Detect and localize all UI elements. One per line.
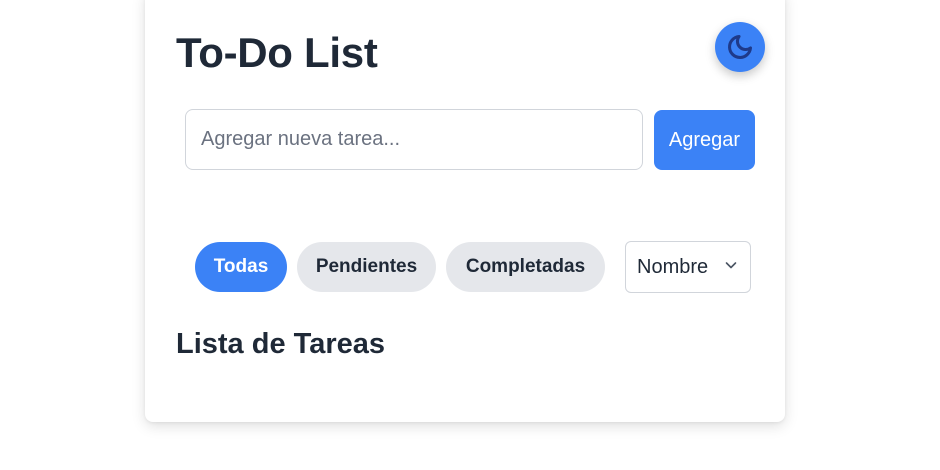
new-task-input[interactable] <box>185 109 643 170</box>
todo-card: To-Do List Agregar Todas Pendientes Comp… <box>145 0 785 422</box>
theme-toggle-button[interactable] <box>715 22 765 72</box>
add-task-button[interactable]: Agregar <box>654 110 755 170</box>
sort-select[interactable]: Nombre <box>625 241 751 293</box>
moon-icon <box>726 33 754 61</box>
page-title: To-Do List <box>176 29 378 76</box>
task-list-heading: Lista de Tareas <box>176 328 386 360</box>
filter-all-button[interactable]: Todas <box>195 242 287 292</box>
filter-completed-button[interactable]: Completadas <box>446 242 605 292</box>
sort-select-value: Nombre <box>637 255 709 278</box>
chevron-down-icon <box>723 257 739 278</box>
filter-pending-button[interactable]: Pendientes <box>297 242 436 292</box>
